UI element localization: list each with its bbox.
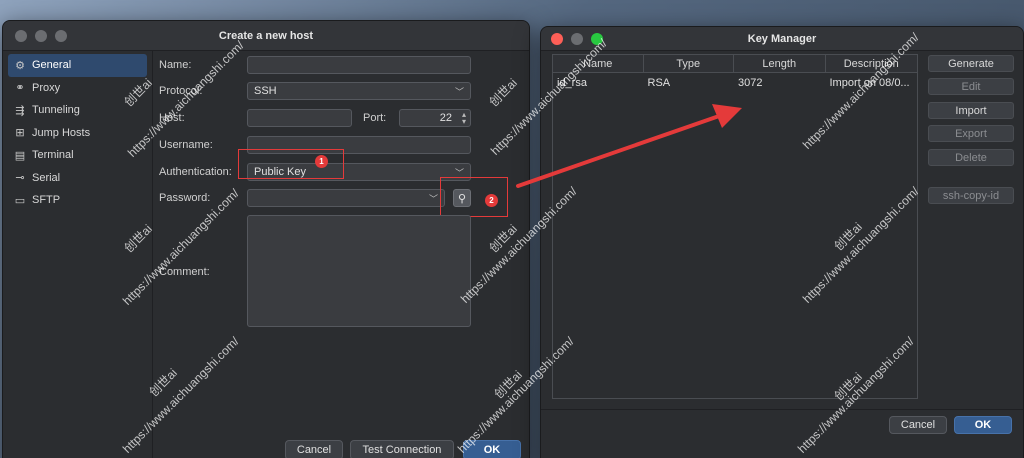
jump-hosts-icon: ⊞ xyxy=(15,127,25,140)
tunnel-icon: ⇶ xyxy=(15,104,25,117)
host-label: Host: xyxy=(159,112,185,124)
sidebar-item-terminal[interactable]: ▤ Terminal xyxy=(8,144,147,167)
port-stepper[interactable]: 22 ▴ ▾ xyxy=(399,109,471,127)
folder-icon: ▭ xyxy=(14,194,26,207)
chevron-down-icon: ﹀ xyxy=(428,193,438,204)
annotation-box-2 xyxy=(440,177,508,217)
table-row[interactable]: id_rsa RSA 3072 Import on 08/0... xyxy=(553,73,917,93)
keys-table-header: Name Type Length Description xyxy=(553,55,917,73)
column-header-name[interactable]: Name xyxy=(553,55,644,72)
keys-table: Name Type Length Description id_rsa RSA … xyxy=(552,54,918,399)
annotation-badge-1: 1 xyxy=(315,155,328,168)
sidebar-item-label: Serial xyxy=(32,171,61,184)
password-label: Password: xyxy=(159,192,211,204)
name-field[interactable] xyxy=(247,56,471,74)
port-value: 22 xyxy=(439,112,452,124)
close-button[interactable] xyxy=(15,29,27,42)
host-field[interactable] xyxy=(247,109,352,127)
key-description-cell: Import on 08/0... xyxy=(829,77,910,89)
stepper-arrows-icon[interactable]: ▴ ▾ xyxy=(462,111,466,126)
sidebar-item-label: Proxy xyxy=(32,81,61,94)
delete-button[interactable]: Delete xyxy=(928,149,1014,166)
sidebar-item-proxy[interactable]: ⚭ Proxy xyxy=(8,77,147,100)
sidebar-item-label: General xyxy=(32,59,72,72)
key-name-cell: id_rsa xyxy=(557,77,587,89)
minimize-button[interactable] xyxy=(35,29,47,42)
create-host-window: Create a new host ⚙ General ⚭ Proxy ⇶ Tu… xyxy=(2,20,530,458)
sidebar-item-general[interactable]: ⚙ General xyxy=(8,54,147,77)
key-manager-window: Key Manager Name Type Length Description… xyxy=(540,26,1024,458)
key-window-titlebar: Key Manager xyxy=(541,27,1023,51)
name-label: Name: xyxy=(159,59,192,71)
serial-icon: ⊸ xyxy=(15,172,25,185)
footer-divider xyxy=(541,409,1023,410)
proxy-icon: ⚭ xyxy=(15,82,25,95)
sidebar-item-sftp[interactable]: ▭ SFTP xyxy=(8,189,147,212)
port-label: Port: xyxy=(363,112,387,124)
cancel-button[interactable]: Cancel xyxy=(285,440,343,458)
annotation-box-1 xyxy=(238,149,344,179)
column-header-description[interactable]: Description xyxy=(826,55,918,72)
password-field[interactable]: ﹀ xyxy=(247,189,445,207)
sidebar-item-label: Terminal xyxy=(32,149,74,162)
import-button[interactable]: Import xyxy=(928,102,1014,119)
test-connection-button[interactable]: Test Connection xyxy=(350,440,454,458)
cancel-button[interactable]: Cancel xyxy=(889,416,947,434)
sidebar-item-tunneling[interactable]: ⇶ Tunneling xyxy=(8,99,147,122)
authentication-label: Authentication: xyxy=(159,166,232,178)
key-window-title: Key Manager xyxy=(747,32,817,45)
sidebar-item-label: SFTP xyxy=(32,194,61,207)
comment-textarea[interactable] xyxy=(247,215,471,327)
gear-icon: ⚙ xyxy=(15,59,25,72)
host-window-titlebar: Create a new host xyxy=(3,21,529,51)
generate-button[interactable]: Generate xyxy=(928,55,1014,72)
sidebar-item-label: Tunneling xyxy=(32,104,80,117)
username-label: Username: xyxy=(159,139,213,151)
general-form: Name: Protocol: SSH ﹀ Host: Port: 22 ▴ ▾ … xyxy=(153,51,529,458)
ok-button[interactable]: OK xyxy=(463,440,521,458)
export-button[interactable]: Export xyxy=(928,125,1014,142)
host-window-title: Create a new host xyxy=(218,29,314,42)
key-type-cell: RSA xyxy=(647,77,671,89)
edit-button[interactable]: Edit xyxy=(928,78,1014,95)
column-header-type[interactable]: Type xyxy=(644,55,734,72)
settings-sidebar: ⚙ General ⚭ Proxy ⇶ Tunneling ⊞ Jump Hos… xyxy=(3,51,153,458)
key-length-cell: 3072 xyxy=(738,77,763,89)
zoom-button[interactable] xyxy=(55,29,67,42)
protocol-value: SSH xyxy=(254,85,277,97)
annotation-badge-2: 2 xyxy=(485,194,498,207)
column-header-length[interactable]: Length xyxy=(734,55,826,72)
terminal-icon: ▤ xyxy=(14,149,26,162)
comment-label: Comment: xyxy=(159,266,210,278)
sidebar-item-jump-hosts[interactable]: ⊞ Jump Hosts xyxy=(8,122,147,145)
ssh-copy-id-button[interactable]: ssh-copy-id xyxy=(928,187,1014,204)
protocol-select[interactable]: SSH ﹀ xyxy=(247,82,471,100)
protocol-label: Protocol: xyxy=(159,85,203,97)
minimize-button[interactable] xyxy=(571,32,583,45)
zoom-button[interactable] xyxy=(591,32,603,45)
sidebar-item-serial[interactable]: ⊸ Serial xyxy=(8,167,147,190)
ok-button[interactable]: OK xyxy=(954,416,1012,434)
close-button[interactable] xyxy=(551,32,563,45)
chevron-down-icon: ﹀ xyxy=(454,86,464,97)
sidebar-item-label: Jump Hosts xyxy=(32,126,91,139)
